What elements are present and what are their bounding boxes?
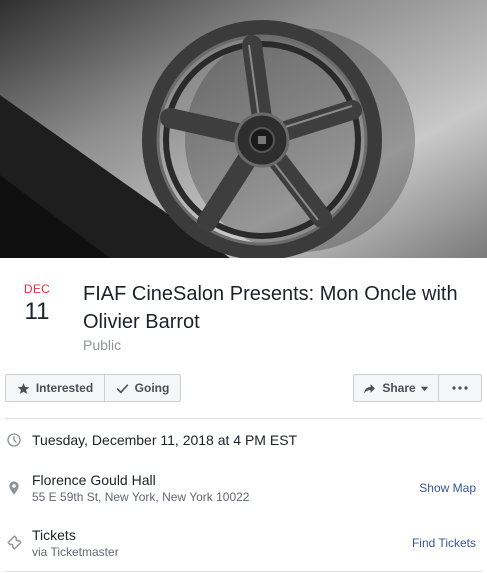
event-title: FIAF CineSalon Presents: Mon Oncle with …: [83, 283, 458, 333]
more-options-button[interactable]: [438, 374, 482, 402]
clock-icon: [7, 433, 21, 447]
event-datetime: Tuesday, December 11, 2018 at 4 PM EST: [32, 432, 298, 448]
event-cover-photo: [0, 0, 487, 258]
interested-label: Interested: [35, 381, 94, 395]
event-privacy: Public: [83, 337, 122, 353]
venue-address: 55 E 59th St, New York, New York 10022: [32, 490, 250, 504]
event-month: DEC: [23, 282, 51, 296]
interested-button[interactable]: Interested: [5, 374, 105, 402]
share-label: Share: [382, 381, 416, 395]
section-divider: [5, 418, 482, 419]
bottom-divider: [5, 571, 482, 572]
going-button[interactable]: Going: [104, 374, 181, 402]
share-button[interactable]: Share: [353, 374, 439, 402]
event-date-box: DEC 11: [14, 282, 60, 326]
more-dots-icon: [452, 386, 468, 390]
share-arrow-icon: [364, 383, 376, 393]
film-reel-illustration: [0, 0, 487, 258]
caret-down-icon: [420, 386, 428, 391]
going-label: Going: [134, 381, 170, 395]
find-tickets-link[interactable]: Find Tickets: [412, 536, 476, 550]
checkmark-icon: [116, 383, 128, 393]
tickets-label: Tickets: [32, 527, 76, 543]
ticket-icon: [7, 535, 22, 550]
star-icon: [17, 382, 29, 394]
tickets-source: via Ticketmaster: [32, 545, 119, 559]
event-day: 11: [24, 298, 50, 325]
venue-name[interactable]: Florence Gould Hall: [32, 472, 156, 488]
map-pin-icon: [9, 481, 19, 495]
show-map-link[interactable]: Show Map: [419, 481, 476, 495]
